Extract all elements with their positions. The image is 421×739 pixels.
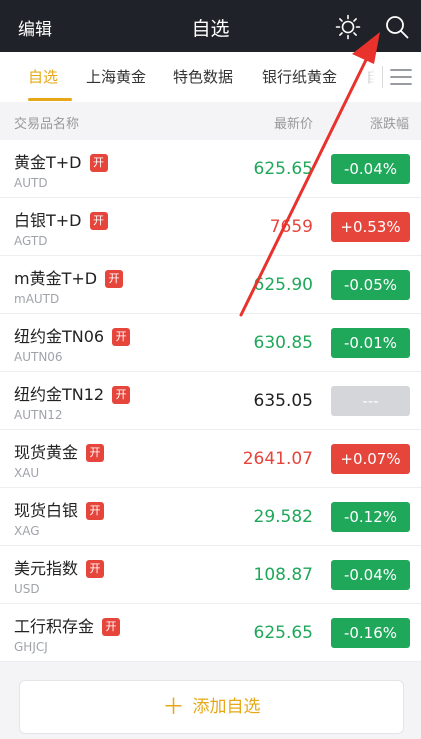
tab-bank-paper-gold[interactable]: 银行纸黄金 bbox=[262, 66, 337, 87]
brightness-icon[interactable] bbox=[335, 14, 361, 40]
item-price: 2641.07 bbox=[242, 449, 313, 469]
add-watchlist-button[interactable]: ＋ 添加自选 bbox=[19, 680, 404, 734]
item-change[interactable]: --- bbox=[331, 386, 410, 416]
item-name: 纽约金TN12 bbox=[14, 385, 105, 404]
add-section: ＋ 添加自选 bbox=[0, 662, 421, 739]
item-code: mAUTD bbox=[14, 292, 60, 306]
list-item[interactable]: 纽约金TN12 开 AUTN12 635.05 --- bbox=[0, 372, 421, 430]
item-price: 29.582 bbox=[253, 507, 313, 527]
item-change[interactable]: -0.05% bbox=[331, 270, 410, 300]
item-code: AGTD bbox=[14, 234, 48, 248]
open-badge: 开 bbox=[86, 444, 105, 462]
open-badge: 开 bbox=[112, 328, 131, 346]
item-name: 纽约金TN06 bbox=[14, 327, 105, 346]
item-price: 7659 bbox=[269, 217, 313, 237]
item-price: 625.90 bbox=[253, 275, 313, 295]
plus-icon: ＋ bbox=[162, 695, 185, 720]
item-change[interactable]: -0.04% bbox=[331, 560, 410, 590]
top-bar: 编辑 自选 bbox=[0, 0, 421, 52]
item-code: AUTD bbox=[14, 176, 48, 190]
item-price: 635.05 bbox=[253, 391, 313, 411]
item-code: XAU bbox=[14, 466, 40, 480]
open-badge: 开 bbox=[86, 502, 105, 520]
list-item[interactable]: m黄金T+D 开 mAUTD 625.90 -0.05% bbox=[0, 256, 421, 314]
active-tab-indicator bbox=[28, 98, 72, 101]
item-change[interactable]: +0.07% bbox=[331, 444, 410, 474]
header-price[interactable]: 最新价 bbox=[274, 113, 313, 132]
list-item[interactable]: 黄金T+D 开 AUTD 625.65 -0.04% bbox=[0, 140, 421, 198]
open-badge: 开 bbox=[86, 560, 105, 578]
menu-icon[interactable] bbox=[390, 67, 412, 87]
item-name: 工行积存金 bbox=[14, 617, 95, 636]
list-item[interactable]: 现货白银开 XAG 29.582 -0.12% bbox=[0, 488, 421, 546]
header-change[interactable]: 涨跌幅 bbox=[370, 113, 409, 132]
add-watchlist-label: 添加自选 bbox=[192, 697, 261, 717]
item-name: 黄金T+D bbox=[14, 153, 82, 172]
item-change[interactable]: -0.04% bbox=[331, 154, 410, 184]
item-change[interactable]: -0.01% bbox=[331, 328, 410, 358]
item-name: 白银T+D bbox=[14, 211, 82, 230]
item-name: 现货白银 bbox=[14, 501, 79, 520]
item-name: 现货黄金 bbox=[14, 443, 79, 462]
tab-featured-data[interactable]: 特色数据 bbox=[173, 66, 233, 87]
item-price: 625.65 bbox=[253, 159, 313, 179]
search-icon[interactable] bbox=[384, 14, 410, 40]
list-item[interactable]: 纽约金TN06 开 AUTN06 630.85 -0.01% bbox=[0, 314, 421, 372]
list-item[interactable]: 白银T+D 开 AGTD 7659 +0.53% bbox=[0, 198, 421, 256]
list-item[interactable]: 现货黄金开 XAU 2641.07 +0.07% bbox=[0, 430, 421, 488]
category-tabs: 自选 上海黄金 特色数据 银行纸黄金 自 bbox=[0, 52, 421, 102]
item-name: 美元指数 bbox=[14, 559, 79, 578]
item-code: GHJCJ bbox=[14, 640, 48, 654]
header-name: 交易品名称 bbox=[14, 117, 80, 132]
open-badge: 开 bbox=[89, 212, 108, 230]
open-badge: 开 bbox=[105, 270, 124, 288]
list-header: 交易品名称 最新价 涨跌幅 bbox=[0, 102, 421, 140]
tab-watchlist[interactable]: 自选 bbox=[28, 66, 58, 87]
watchlist: 黄金T+D 开 AUTD 625.65 -0.04% 白银T+D 开 AGTD 76… bbox=[0, 140, 421, 662]
open-badge: 开 bbox=[89, 154, 108, 172]
item-code: USD bbox=[14, 582, 40, 596]
item-price: 625.65 bbox=[253, 623, 313, 643]
item-change[interactable]: -0.16% bbox=[331, 618, 410, 648]
open-badge: 开 bbox=[102, 618, 121, 636]
item-price: 630.85 bbox=[253, 333, 313, 353]
tab-fade bbox=[354, 52, 384, 102]
list-item[interactable]: 工行积存金开 GHJCJ 625.65 -0.16% bbox=[0, 604, 421, 662]
item-change[interactable]: -0.12% bbox=[331, 502, 410, 532]
tab-shanghai-gold[interactable]: 上海黄金 bbox=[86, 66, 146, 87]
item-name: m黄金T+D bbox=[14, 269, 98, 288]
item-code: AUTN06 bbox=[14, 350, 63, 364]
tab-divider bbox=[382, 66, 383, 88]
item-code: XAG bbox=[14, 524, 40, 538]
open-badge: 开 bbox=[112, 386, 131, 404]
item-code: AUTN12 bbox=[14, 408, 63, 422]
item-price: 108.87 bbox=[253, 565, 313, 585]
item-change[interactable]: +0.53% bbox=[331, 212, 410, 242]
list-item[interactable]: 美元指数开 USD 108.87 -0.04% bbox=[0, 546, 421, 604]
